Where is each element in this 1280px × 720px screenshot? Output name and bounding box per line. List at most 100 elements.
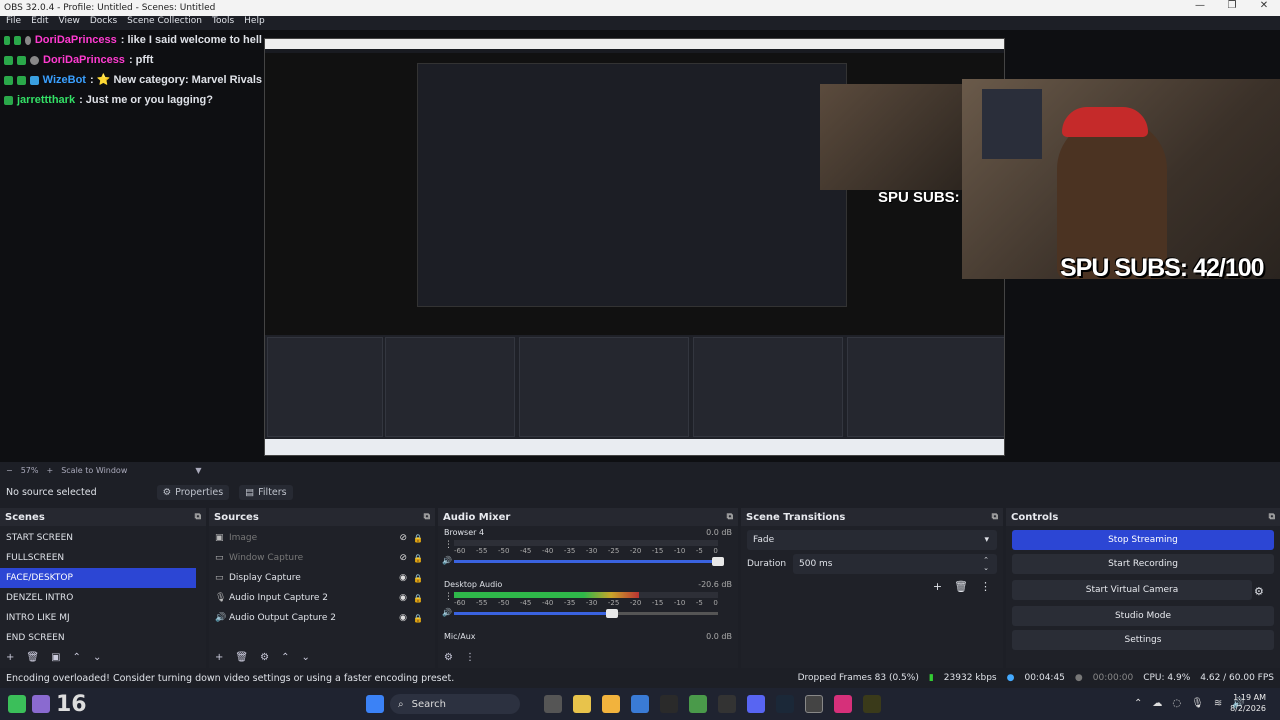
undock-icon[interactable]: ⧉ <box>424 512 430 522</box>
transition-select[interactable]: Fade ▾ <box>747 530 997 550</box>
source-item[interactable]: 🎙 Audio Input Capture 2 ◉ 🔒 <box>209 588 435 608</box>
eye-icon[interactable]: ◉ <box>399 593 407 603</box>
lock-icon[interactable]: 🔒 <box>413 554 423 563</box>
menu-tools[interactable]: Tools <box>212 16 234 30</box>
lock-icon[interactable]: 🔒 <box>413 594 423 603</box>
more-icon[interactable]: ⋮ <box>444 540 453 550</box>
terminal-icon[interactable] <box>660 695 678 713</box>
chevron-up-icon[interactable]: ⌃ <box>281 652 289 663</box>
chrome-icon[interactable] <box>573 695 591 713</box>
zoom-out-button[interactable]: − <box>6 466 13 475</box>
obs-icon[interactable] <box>805 695 823 713</box>
start-virtual-camera-button[interactable]: Start Virtual Camera <box>1012 580 1252 600</box>
gear-icon[interactable]: ⚙ <box>1254 585 1274 598</box>
start-recording-button[interactable]: Start Recording <box>1012 554 1274 574</box>
gear-icon[interactable]: ⚙ <box>444 652 453 663</box>
instagram-icon[interactable] <box>834 695 852 713</box>
menu-file[interactable]: File <box>6 16 21 30</box>
add-icon[interactable]: + <box>215 652 223 663</box>
eye-hidden-icon[interactable]: ⊘ <box>399 533 407 543</box>
settings-button[interactable]: Settings <box>1012 630 1274 650</box>
chevron-down-icon[interactable]: ⌄ <box>93 652 101 663</box>
scene-item[interactable]: START SCREEN <box>0 528 196 548</box>
studio-mode-button[interactable]: Studio Mode <box>1012 606 1274 626</box>
more-icon[interactable]: ⋮ <box>465 652 475 663</box>
gear-icon[interactable]: ⚙ <box>260 652 269 663</box>
status-message: Encoding overloaded! Consider turning do… <box>6 672 455 684</box>
taskbar-clock[interactable]: 1:19 AM 8/2/2026 <box>1230 692 1266 714</box>
speaker-icon[interactable]: 🔊 <box>442 556 452 565</box>
lock-icon[interactable]: 🔒 <box>413 534 423 543</box>
windows-start-icon[interactable] <box>366 695 384 713</box>
speaker-icon[interactable]: 🔊 <box>442 608 452 617</box>
app-icon[interactable] <box>863 695 881 713</box>
badge-icon <box>4 95 13 105</box>
fader-knob[interactable] <box>606 609 619 618</box>
trash-icon[interactable]: 🗑 <box>954 580 968 593</box>
menu-help[interactable]: Help <box>244 16 265 30</box>
source-item[interactable]: 🔊 Audio Output Capture 2 ◉ 🔒 <box>209 608 435 628</box>
chevron-down-icon[interactable]: ▼ <box>195 466 201 475</box>
source-item[interactable]: ▭ Window Capture ⊘ 🔒 <box>209 548 435 568</box>
lock-icon[interactable]: 🔒 <box>413 614 423 623</box>
duration-field[interactable]: 500 ms ⌃ ⌄ <box>793 554 997 574</box>
scene-item[interactable]: DENZEL INTRO <box>0 588 196 608</box>
xbox-icon[interactable] <box>689 695 707 713</box>
volume-fader[interactable] <box>454 557 724 566</box>
more-icon[interactable]: ⋮ <box>980 580 991 593</box>
menu-edit[interactable]: Edit <box>31 16 48 30</box>
scene-item[interactable]: INTRO LIKE MJ <box>0 608 196 628</box>
volume-fader[interactable] <box>454 609 718 618</box>
scale-mode[interactable]: Scale to Window <box>61 466 127 475</box>
zoom-in-button[interactable]: + <box>46 466 53 475</box>
sources-header: Sources ⧉ <box>209 508 435 526</box>
scene-item[interactable]: FULLSCREEN <box>0 548 196 568</box>
trash-icon[interactable]: 🗑 <box>26 652 39 663</box>
minimize-button[interactable]: — <box>1184 0 1216 11</box>
undock-icon[interactable]: ⧉ <box>1269 512 1275 522</box>
eye-icon[interactable]: ◉ <box>399 573 407 583</box>
cloud-icon[interactable]: ☁ <box>1152 698 1162 709</box>
mail-icon[interactable] <box>631 695 649 713</box>
steam-icon[interactable] <box>776 695 794 713</box>
fader-knob[interactable] <box>712 557 724 566</box>
folder-icon[interactable] <box>602 695 620 713</box>
spinner-icon[interactable]: ⌃ ⌄ <box>983 556 989 572</box>
app-icon[interactable] <box>8 695 26 713</box>
discord-icon[interactable] <box>747 695 765 713</box>
filters-button[interactable]: ▤ Filters <box>239 484 293 500</box>
mic-icon[interactable]: 🎙 <box>1191 698 1204 709</box>
trash-icon[interactable]: 🗑 <box>235 652 248 663</box>
network-icon[interactable]: ◌ <box>1172 698 1181 709</box>
wifi-icon[interactable]: ≋ <box>1214 698 1222 709</box>
close-button[interactable]: ✕ <box>1248 0 1280 11</box>
eye-hidden-icon[interactable]: ⊘ <box>399 553 407 563</box>
lock-icon[interactable]: 🔒 <box>413 574 423 583</box>
source-item[interactable]: ▣ Image ⊘ 🔒 <box>209 528 435 548</box>
taskbar-search[interactable]: ⌕ Search <box>390 694 520 714</box>
stop-streaming-button[interactable]: Stop Streaming <box>1012 530 1274 550</box>
explorer-icon[interactable] <box>544 695 562 713</box>
menu-view[interactable]: View <box>59 16 80 30</box>
undock-icon[interactable]: ⧉ <box>992 512 998 522</box>
scene-item[interactable]: FACE/DESKTOP <box>0 568 196 588</box>
twitch-icon[interactable] <box>32 695 50 713</box>
undock-icon[interactable]: ⧉ <box>727 512 733 522</box>
menu-docks[interactable]: Docks <box>90 16 117 30</box>
capcut-icon[interactable] <box>718 695 736 713</box>
source-item[interactable]: ▭ Display Capture ◉ 🔒 <box>209 568 435 588</box>
more-icon[interactable]: ⋮ <box>444 592 453 602</box>
properties-button[interactable]: ⚙ Properties <box>156 484 230 500</box>
eye-icon[interactable]: ◉ <box>399 613 407 623</box>
add-icon[interactable]: + <box>933 580 942 593</box>
add-icon[interactable]: + <box>6 652 14 663</box>
speaker-icon: 🔊 <box>215 613 227 623</box>
maximize-button[interactable]: ❐ <box>1216 0 1248 11</box>
undock-icon[interactable]: ⧉ <box>195 512 201 522</box>
filter-icon[interactable]: ▣ <box>51 652 60 663</box>
scene-item[interactable]: END SCREEN <box>0 628 196 648</box>
chevron-up-icon[interactable]: ⌃ <box>73 652 81 663</box>
chevron-up-icon[interactable]: ⌃ <box>1134 698 1142 709</box>
chevron-down-icon[interactable]: ⌄ <box>301 652 309 663</box>
menu-scene-collection[interactable]: Scene Collection <box>127 16 202 30</box>
